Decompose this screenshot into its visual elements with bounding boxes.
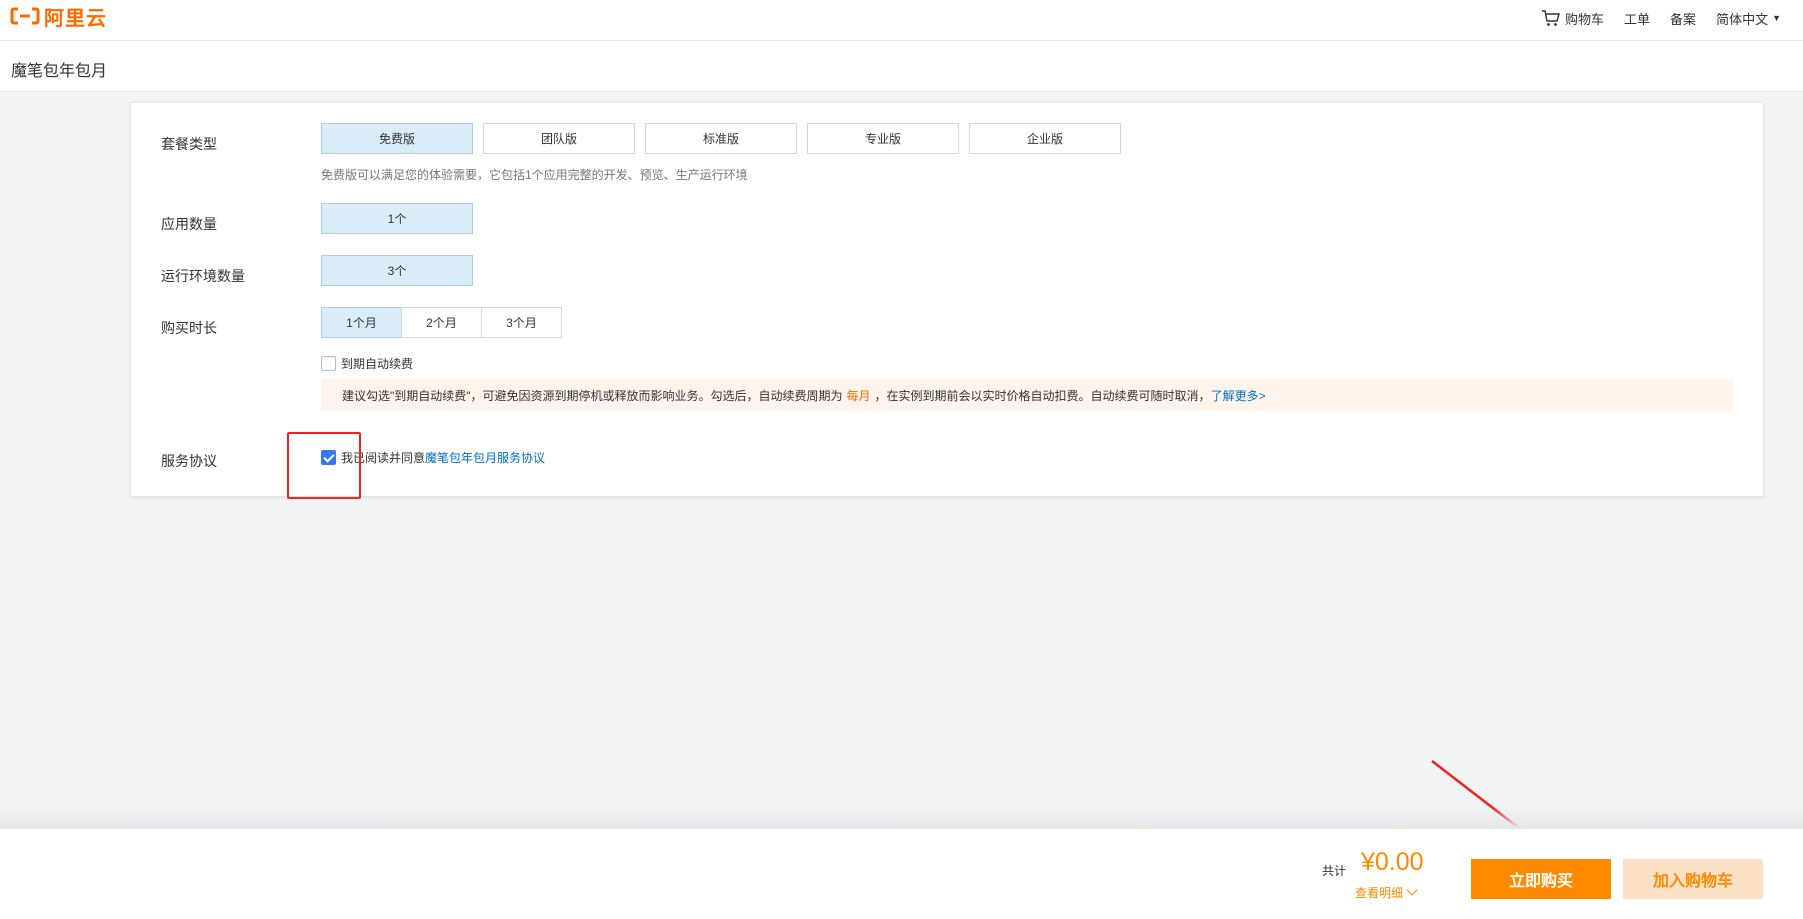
add-to-cart-button[interactable]: 加入购物车 — [1623, 859, 1763, 899]
nav-cart-label: 购物车 — [1565, 11, 1605, 27]
agreement-link[interactable]: 魔笔包年包月服务协议 — [425, 449, 545, 466]
plan-option-pro[interactable]: 专业版 — [807, 123, 959, 154]
language-label: 简体中文 — [1716, 11, 1769, 27]
duration-option-2m[interactable]: 2个月 — [401, 307, 482, 338]
buy-now-button[interactable]: 立即购买 — [1471, 859, 1611, 899]
app-count-options: 1个 — [321, 203, 473, 234]
language-selector[interactable]: 简体中文 ▼ — [1716, 9, 1781, 28]
env-count-option[interactable]: 3个 — [321, 255, 473, 286]
agreement-label: 服务协议 — [161, 453, 217, 469]
notice-period: 每月 — [846, 388, 871, 403]
plan-option-standard[interactable]: 标准版 — [645, 123, 797, 154]
bottom-shade — [0, 808, 1803, 828]
duration-label: 购买时长 — [161, 320, 217, 336]
app-count-label: 应用数量 — [161, 216, 217, 232]
top-nav-menu: 购物车 工单 备案 简体中文 ▼ — [1521, 8, 1781, 28]
page-title: 魔笔包年包月 — [11, 63, 108, 80]
learn-more-link[interactable]: 了解更多> — [1211, 387, 1266, 404]
nav-filing[interactable]: 备案 — [1670, 9, 1696, 28]
chevron-down-icon — [1406, 884, 1418, 896]
agreement-checkbox[interactable] — [321, 450, 336, 465]
brand-name: 阿里云 — [44, 7, 107, 30]
plan-option-free[interactable]: 免费版 — [321, 123, 473, 154]
auto-renew-notice: 建议勾选"到期自动续费"，可避免因资源到期停机或释放而影响业务。勾选后，自动续费… — [321, 379, 1733, 411]
plan-hint: 免费版可以满足您的体验需要，它包括1个应用完整的开发、预览、生产运行环境 — [321, 168, 748, 182]
page-header: 魔笔包年包月 — [0, 41, 1803, 92]
brand-logo[interactable]: 阿里云 — [10, 4, 107, 30]
env-count-options: 3个 — [321, 255, 473, 286]
plan-type-label: 套餐类型 — [161, 136, 217, 152]
auto-renew-checkbox[interactable] — [321, 356, 336, 371]
plan-option-enterprise[interactable]: 企业版 — [969, 123, 1121, 154]
plan-option-team[interactable]: 团队版 — [483, 123, 635, 154]
duration-option-1m[interactable]: 1个月 — [321, 307, 402, 338]
notice-suffix: ，在实例到期前会以实时价格自动扣费。自动续费可随时取消， — [874, 388, 1211, 403]
agreement-text: 我已阅读并同意 — [341, 451, 426, 465]
notice-prefix: 建议勾选"到期自动续费"，可避免因资源到期停机或释放而影响业务。勾选后，自动续费… — [342, 388, 843, 403]
duration-option-3m[interactable]: 3个月 — [481, 307, 562, 338]
nav-cart[interactable]: 购物车 — [1541, 8, 1604, 28]
auto-renew-label: 到期自动续费 — [341, 357, 414, 371]
view-details-label: 查看明细 — [1355, 886, 1404, 900]
total-price: ¥0.00 — [1361, 848, 1424, 876]
agreement-row: 我已阅读并同意 魔笔包年包月服务协议 — [321, 449, 545, 466]
aliyun-logo-icon — [10, 7, 40, 25]
auto-renew-row: 到期自动续费 — [321, 355, 413, 372]
app-count-option[interactable]: 1个 — [321, 203, 473, 234]
top-navigation-bar: 阿里云 购物车 工单 备案 简体中文 ▼ — [0, 0, 1803, 41]
view-details-link[interactable]: 查看明细 — [1355, 884, 1418, 901]
caret-down-icon: ▼ — [1772, 13, 1781, 23]
total-label: 共计 — [1322, 864, 1347, 878]
nav-ticket[interactable]: 工单 — [1624, 9, 1650, 28]
env-count-label: 运行环境数量 — [161, 268, 245, 284]
plan-type-options: 免费版 团队版 标准版 专业版 企业版 — [321, 123, 1131, 154]
order-config-panel: 套餐类型 免费版 团队版 标准版 专业版 企业版 免费版可以满足您的体验需要，它… — [130, 102, 1764, 497]
duration-options: 1个月 2个月 3个月 — [321, 307, 562, 338]
cart-icon — [1542, 10, 1560, 26]
